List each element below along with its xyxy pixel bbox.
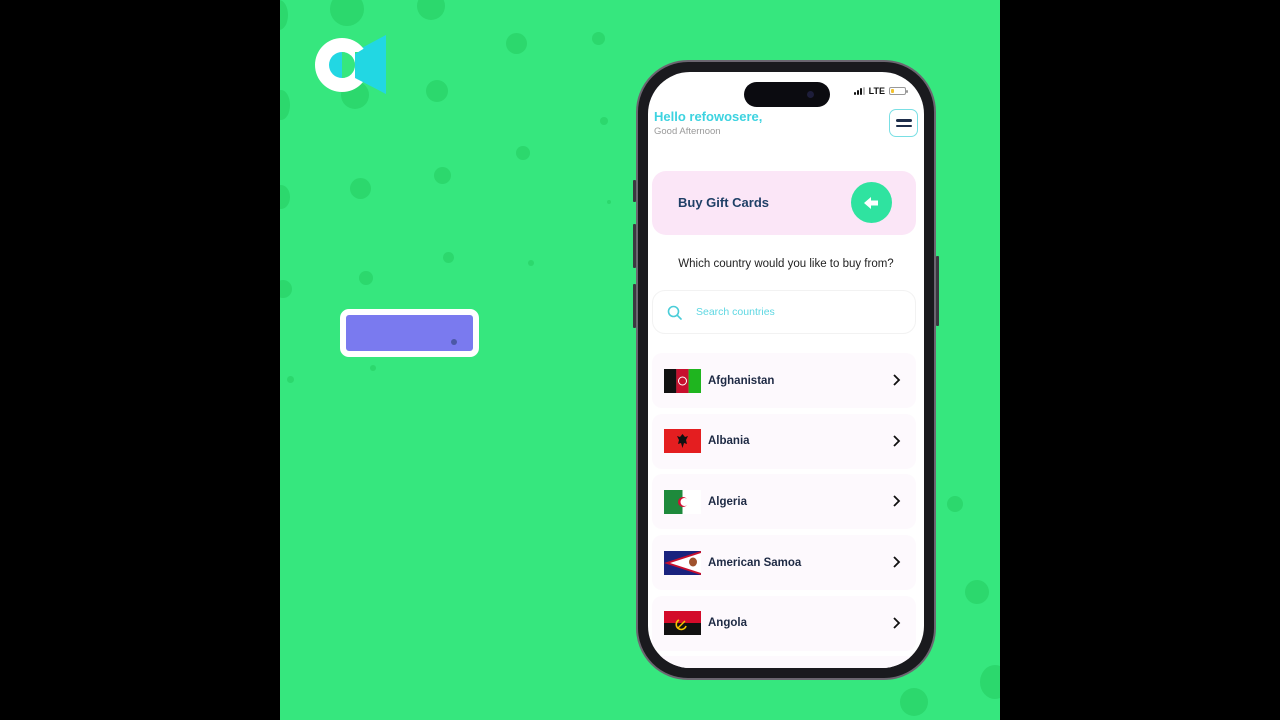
promo-button-dot xyxy=(451,339,457,345)
country-name: Angola xyxy=(708,617,747,630)
bubble-decoration xyxy=(280,0,288,30)
algeria-flag xyxy=(664,489,701,514)
bubble-decoration xyxy=(600,117,608,125)
bubble-decoration xyxy=(370,365,376,371)
bubble-decoration xyxy=(980,665,1000,699)
arrow-left-icon xyxy=(863,196,878,209)
battery-icon xyxy=(889,87,908,95)
albania-flag xyxy=(664,429,701,454)
bubble-decoration xyxy=(280,90,290,120)
country-name: Afghanistan xyxy=(708,374,775,387)
search-icon xyxy=(667,305,682,320)
bubble-decoration xyxy=(900,688,928,716)
bubble-decoration xyxy=(947,496,963,512)
phone-mockup: LTE Hello refowosere, Good Afternoon Buy… xyxy=(633,60,939,680)
bubble-decoration xyxy=(592,32,605,45)
bubble-decoration xyxy=(965,580,989,604)
country-name: Algeria xyxy=(708,495,747,508)
chevron-right-icon xyxy=(893,374,901,386)
bubble-decoration xyxy=(426,80,448,102)
camera-icon xyxy=(807,91,814,98)
bubble-decoration xyxy=(443,252,454,263)
country-row-angola[interactable]: Angola xyxy=(652,595,916,651)
bubble-decoration xyxy=(359,271,373,285)
country-row-albania[interactable]: Albania xyxy=(652,413,916,469)
chevron-right-icon xyxy=(893,435,901,447)
angola-flag xyxy=(664,611,701,636)
bubble-decoration xyxy=(516,146,530,160)
promo-button[interactable] xyxy=(340,309,479,357)
bubble-decoration xyxy=(434,167,451,184)
american-samoa-flag xyxy=(664,550,701,575)
network-label: LTE xyxy=(868,86,885,96)
country-question: Which country would you like to buy from… xyxy=(678,258,894,270)
chevron-right-icon xyxy=(893,617,901,629)
search-countries-input[interactable]: Search countries xyxy=(652,290,916,334)
bubble-decoration xyxy=(280,280,292,298)
app-screen: LTE Hello refowosere, Good Afternoon Buy… xyxy=(648,72,924,668)
page-title: Buy Gift Cards xyxy=(678,195,770,210)
afghanistan-flag xyxy=(664,368,701,393)
country-row-partial[interactable] xyxy=(652,656,916,668)
signal-icon xyxy=(853,87,865,95)
dynamic-island xyxy=(744,82,830,107)
video-background: LTE Hello refowosere, Good Afternoon Buy… xyxy=(280,0,1000,720)
phone-volume-up-button xyxy=(633,224,636,268)
bubble-decoration xyxy=(506,33,527,54)
bubble-decoration xyxy=(287,376,294,383)
country-name: Albania xyxy=(708,435,750,448)
country-name: American Samoa xyxy=(708,556,802,569)
brand-logo-icon xyxy=(315,35,386,94)
greeting-subtitle: Good Afternoon xyxy=(654,126,721,137)
greeting-block: Hello refowosere, Good Afternoon xyxy=(654,109,762,137)
search-placeholder: Search countries xyxy=(696,306,775,318)
hamburger-menu-icon[interactable] xyxy=(889,109,918,137)
phone-volume-down-button xyxy=(633,284,636,328)
country-row-algeria[interactable]: Algeria xyxy=(652,474,916,530)
bubble-decoration xyxy=(417,0,445,20)
chevron-right-icon xyxy=(893,556,901,568)
phone-side-button xyxy=(633,180,636,202)
bubble-decoration xyxy=(350,178,371,199)
bubble-decoration xyxy=(607,200,611,204)
bubble-decoration xyxy=(280,185,290,209)
bubble-decoration xyxy=(330,0,364,26)
chevron-right-icon xyxy=(893,495,901,508)
back-button[interactable] xyxy=(851,182,892,223)
greeting-text: Hello refowosere, xyxy=(654,109,763,124)
country-row-american-samoa[interactable]: American Samoa xyxy=(652,535,916,591)
bubble-decoration xyxy=(528,260,534,266)
country-list: Afghanistan Albania Algeria American Sam… xyxy=(652,353,916,668)
buy-gift-cards-banner: Buy Gift Cards xyxy=(652,171,916,235)
phone-power-button xyxy=(936,256,939,326)
country-row-afghanistan[interactable]: Afghanistan xyxy=(652,353,916,408)
status-bar: LTE xyxy=(853,86,908,96)
